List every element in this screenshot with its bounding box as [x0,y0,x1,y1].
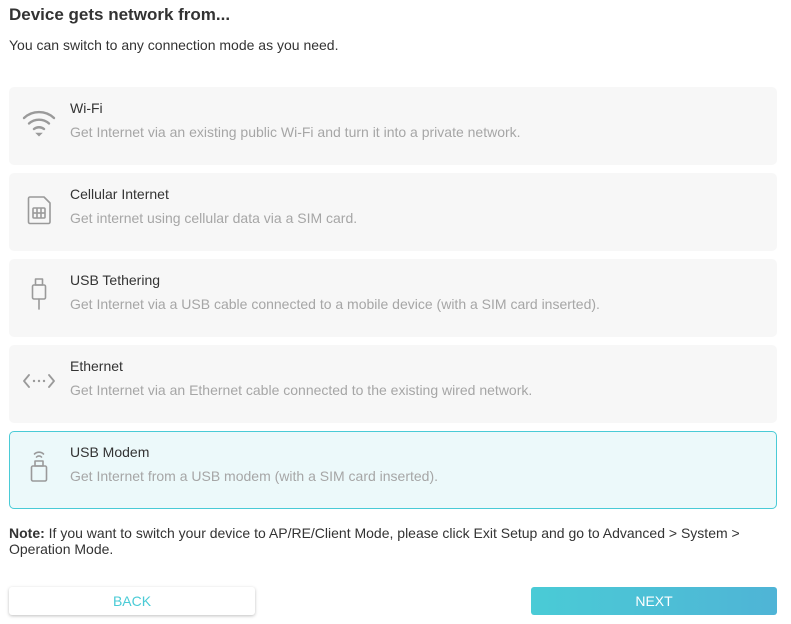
option-label: USB Tethering [70,272,161,288]
option-label: Cellular Internet [70,186,169,202]
option-description: Get Internet via an Ethernet cable conne… [70,382,533,398]
option-description: Get Internet via an existing public Wi-F… [70,124,521,140]
usb-cable-icon [21,277,57,313]
option-description: Get internet using cellular data via a S… [70,210,358,226]
option-label: Ethernet [70,358,123,374]
option-usb-tethering[interactable]: USB Tethering Get Internet via a USB cab… [9,259,777,337]
option-description: Get Internet via a USB cable connected t… [70,296,600,312]
next-button[interactable]: NEXT [531,587,777,615]
option-label: Wi-Fi [70,100,103,116]
page-subtitle: You can switch to any connection mode as… [9,37,339,53]
note-text: If you want to switch your device to AP/… [9,525,740,557]
option-label: USB Modem [70,444,150,460]
option-ethernet[interactable]: Ethernet Get Internet via an Ethernet ca… [9,345,777,423]
note-prefix: Note: [9,525,45,541]
wifi-icon [21,105,57,141]
connection-mode-page: Device gets network from... You can swit… [0,0,791,624]
option-usb-modem[interactable]: USB Modem Get Internet from a USB modem … [9,431,777,509]
sim-card-icon [21,191,57,227]
option-cellular-internet[interactable]: Cellular Internet Get internet using cel… [9,173,777,251]
option-wifi[interactable]: Wi-Fi Get Internet via an existing publi… [9,87,777,165]
ethernet-icon [21,363,57,399]
page-title: Device gets network from... [9,5,231,24]
option-description: Get Internet from a USB modem (with a SI… [70,468,439,484]
operation-mode-note: Note: If you want to switch your device … [9,525,769,557]
back-button[interactable]: BACK [9,587,255,615]
usb-modem-icon [21,449,57,485]
